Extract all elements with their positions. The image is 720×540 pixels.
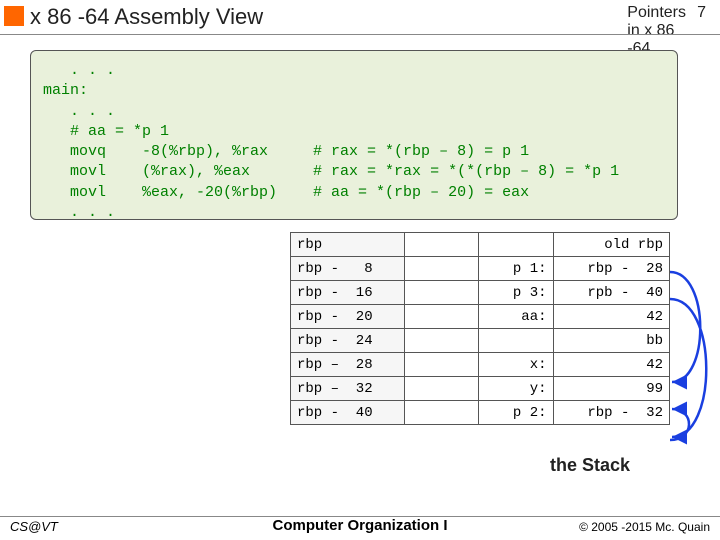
page-number: 7 — [688, 4, 706, 22]
table-row: rbp - 20 aa: 42 — [291, 305, 670, 329]
accent-square-icon — [4, 6, 24, 26]
stack-value: bb — [553, 329, 669, 353]
stack-value: rbp - 32 — [553, 401, 669, 425]
stack-label: p 3: — [479, 281, 553, 305]
table-gap — [405, 401, 479, 425]
table-gap — [405, 281, 479, 305]
table-gap — [405, 305, 479, 329]
stack-addr: rbp - 20 — [291, 305, 405, 329]
table-row: rbp - 8 p 1: rbp - 28 — [291, 257, 670, 281]
stack-value: rpb - 40 — [553, 281, 669, 305]
table-gap — [405, 257, 479, 281]
header-divider — [0, 34, 720, 35]
stack-addr: rbp - 24 — [291, 329, 405, 353]
table-gap — [405, 377, 479, 401]
slide-title: x 86 -64 Assembly View — [30, 4, 263, 30]
stack-label: aa: — [479, 305, 553, 329]
table-gap — [405, 233, 479, 257]
stack-label — [479, 329, 553, 353]
table-row: rbp old rbp — [291, 233, 670, 257]
stack-label — [479, 233, 553, 257]
stack-addr: rbp - 40 — [291, 401, 405, 425]
table-row: rbp - 16 p 3: rpb - 40 — [291, 281, 670, 305]
stack-value: old rbp — [553, 233, 669, 257]
table-row: rbp - 40 p 2: rbp - 32 — [291, 401, 670, 425]
stack-addr: rbp – 32 — [291, 377, 405, 401]
slide: x 86 -64 Assembly View Pointers in x 86 … — [0, 0, 720, 540]
header-bar: x 86 -64 Assembly View Pointers in x 86 … — [0, 4, 720, 32]
footer-right: © 2005 -2015 Mc. Quain — [579, 520, 710, 534]
stack-value: 42 — [553, 305, 669, 329]
footer-bar: CS@VT Computer Organization I © 2005 -20… — [0, 516, 720, 536]
stack-addr: rbp — [291, 233, 405, 257]
assembly-code-box: . . . main: . . . # aa = *p 1 movq -8(%r… — [30, 50, 678, 220]
table-gap — [405, 353, 479, 377]
stack-value: rbp - 28 — [553, 257, 669, 281]
stack-addr: rbp – 28 — [291, 353, 405, 377]
stack-label: x: — [479, 353, 553, 377]
stack-addr: rbp - 16 — [291, 281, 405, 305]
table-gap — [405, 329, 479, 353]
table-row: rbp - 24 bb — [291, 329, 670, 353]
stack-addr: rbp - 8 — [291, 257, 405, 281]
stack-table: rbp old rbp rbp - 8 p 1: rbp - 28 rbp - … — [290, 232, 670, 425]
stack-label: p 2: — [479, 401, 553, 425]
table-row: rbp – 32 y: 99 — [291, 377, 670, 401]
stack-caption: the Stack — [550, 455, 630, 476]
table-row: rbp – 28 x: 42 — [291, 353, 670, 377]
stack-value: 99 — [553, 377, 669, 401]
stack-value: 42 — [553, 353, 669, 377]
stack-label: p 1: — [479, 257, 553, 281]
stack-label: y: — [479, 377, 553, 401]
